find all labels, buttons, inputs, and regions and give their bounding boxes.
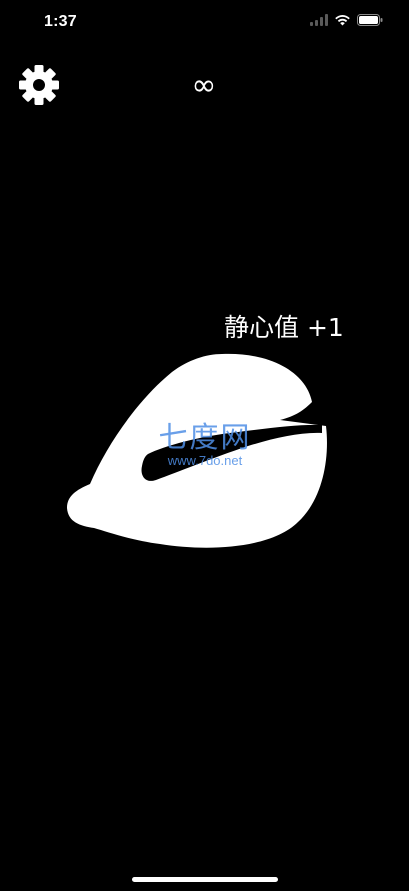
gear-icon [19,65,59,105]
status-icons [310,14,383,26]
wooden-fish-button[interactable] [60,350,334,556]
wooden-fish-icon [67,353,327,548]
wifi-icon [335,15,350,26]
settings-button[interactable] [17,63,61,107]
status-bar: 1:37 [0,0,409,44]
battery-icon [357,14,383,26]
merit-counter: ∞ [191,68,217,103]
signal-icon [310,14,328,26]
floating-score-text: 静心值 +1 [224,313,344,342]
home-indicator[interactable] [132,877,278,882]
status-time: 1:37 [44,13,77,30]
